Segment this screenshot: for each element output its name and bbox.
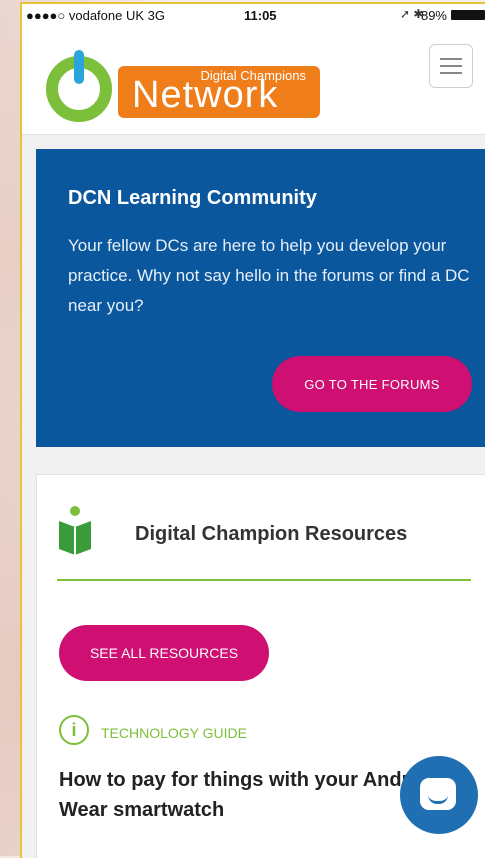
menu-line-icon [440, 65, 462, 67]
learning-community-card: DCN Learning Community Your fellow DCs a… [36, 149, 485, 447]
article-title-link[interactable]: How to pay for things with your Android … [59, 765, 459, 825]
battery-icon [451, 10, 485, 20]
site-header: Digital Champions Network [22, 24, 485, 135]
info-icon: i [59, 715, 89, 745]
power-logo-icon [46, 50, 112, 122]
see-all-resources-button[interactable]: SEE ALL RESOURCES [59, 625, 269, 681]
resources-title: Digital Champion Resources [135, 523, 408, 545]
menu-line-icon [440, 58, 462, 60]
card-title: DCN Learning Community [68, 187, 317, 209]
phone-screen: ●●●●○ vodafone UK 3G 11:05 ➚ ✱ 89% Digit… [20, 2, 485, 858]
clock: 11:05 [244, 8, 277, 23]
location-bluetooth-icon: ➚ ✱ [400, 7, 424, 21]
book-reader-icon [59, 506, 91, 555]
chat-launcher-button[interactable] [400, 756, 478, 834]
battery-percent: 89% [420, 8, 447, 23]
menu-line-icon [440, 72, 462, 74]
card-body: Your fellow DCs are here to help you dev… [68, 236, 470, 315]
status-bar: ●●●●○ vodafone UK 3G 11:05 ➚ ✱ 89% [22, 4, 485, 24]
category-label[interactable]: TECHNOLOGY GUIDE [101, 725, 247, 741]
carrier-label: ●●●●○ vodafone UK 3G [26, 8, 165, 23]
site-logo[interactable]: Digital Champions Network [46, 44, 326, 124]
logo-wordmark: Digital Champions Network [118, 66, 320, 118]
divider [57, 579, 471, 581]
go-to-forums-button[interactable]: GO TO THE FORUMS [272, 356, 472, 412]
logo-title: Network [132, 74, 279, 116]
hamburger-menu-button[interactable] [429, 44, 473, 88]
chat-icon [420, 778, 456, 810]
